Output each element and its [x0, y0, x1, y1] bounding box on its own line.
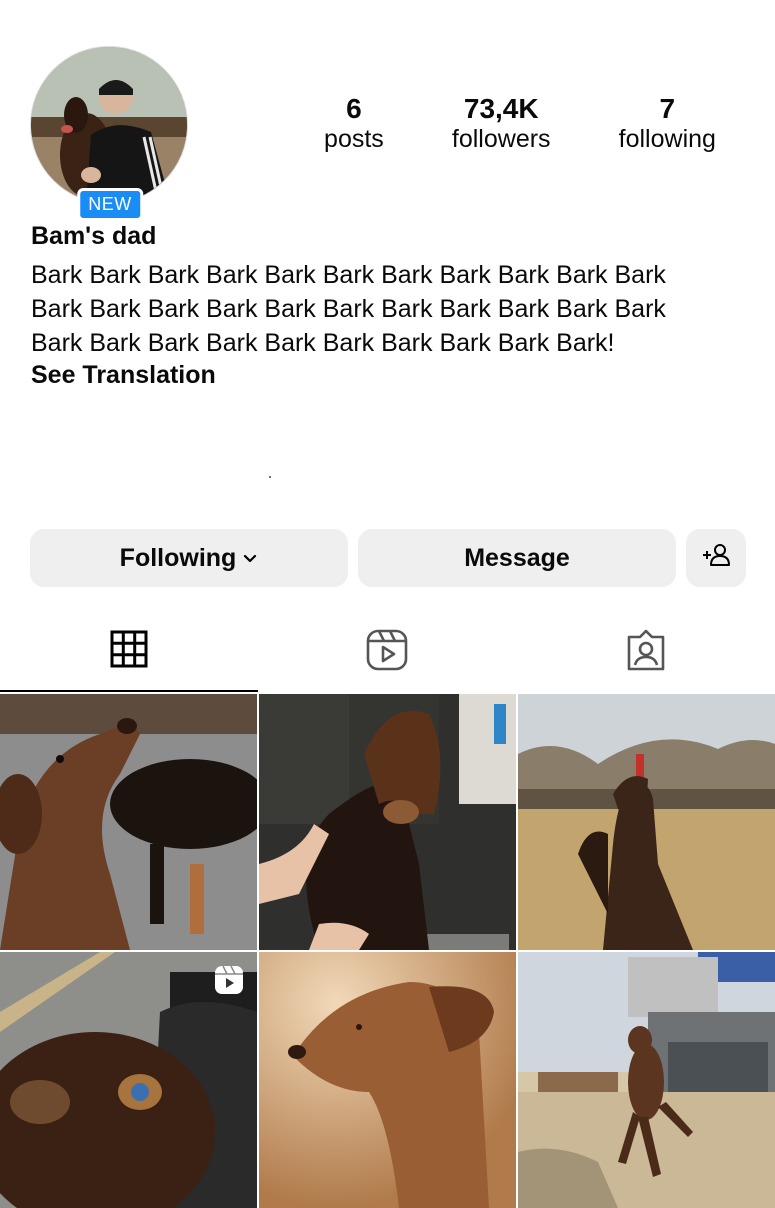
post-thumbnail[interactable]	[0, 952, 257, 1208]
tab-reels[interactable]	[258, 612, 516, 692]
stat-label: posts	[324, 125, 384, 153]
profile-bio: Bark Bark Bark Bark Bark Bark Bark Bark …	[31, 261, 666, 357]
person-add-icon	[701, 542, 731, 575]
profile-avatar[interactable]: NEW	[30, 46, 190, 221]
reel-indicator-icon	[213, 964, 245, 996]
divider-dot	[269, 476, 271, 478]
following-label: Following	[119, 543, 237, 572]
suggested-users-button[interactable]	[686, 529, 746, 587]
see-translation-link[interactable]: See Translation	[31, 361, 216, 390]
stat-posts[interactable]: 6 posts	[324, 92, 384, 154]
post-thumbnail[interactable]	[518, 952, 775, 1208]
stat-label: followers	[451, 125, 551, 153]
post-thumbnail[interactable]	[0, 694, 257, 950]
message-label: Message	[464, 543, 570, 572]
post-thumbnail[interactable]	[518, 694, 775, 950]
profile-tabs	[0, 612, 775, 692]
post-thumbnail[interactable]	[259, 952, 516, 1208]
chevron-down-icon	[242, 550, 258, 566]
grid-icon	[110, 630, 148, 673]
stat-value: 6	[346, 93, 362, 124]
avatar-image	[30, 46, 188, 204]
profile-name: Bam's dad	[31, 222, 157, 250]
stat-value: 7	[659, 93, 676, 124]
tagged-icon	[625, 629, 667, 676]
new-badge: NEW	[77, 188, 143, 221]
reels-icon	[366, 629, 408, 676]
message-button[interactable]: Message	[358, 529, 676, 587]
tab-posts[interactable]	[0, 612, 258, 692]
stat-label: following	[618, 125, 716, 153]
following-button[interactable]: Following	[30, 529, 348, 587]
profile-stats: 6 posts 73,4K followers 7 following	[290, 92, 750, 154]
stat-followers[interactable]: 73,4K followers	[452, 92, 551, 154]
tab-tagged[interactable]	[517, 612, 775, 692]
stat-value: 73,4K	[463, 93, 539, 124]
stat-following[interactable]: 7 following	[619, 92, 716, 154]
post-thumbnail[interactable]	[259, 694, 516, 950]
